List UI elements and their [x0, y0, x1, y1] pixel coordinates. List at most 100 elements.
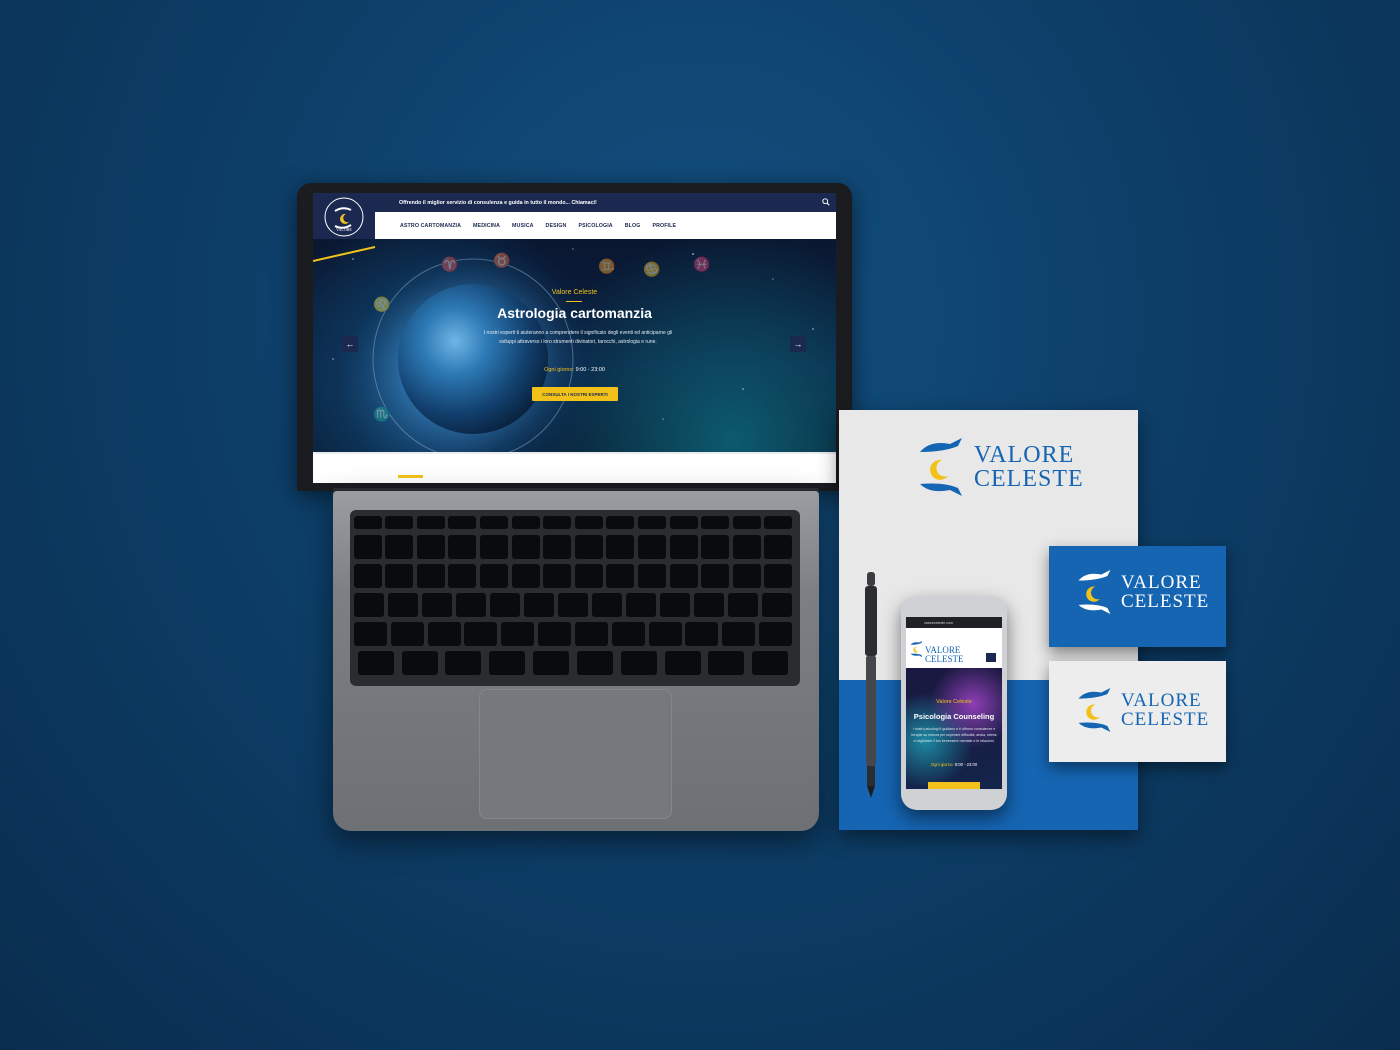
hands-moon-icon — [910, 640, 923, 658]
search-icon[interactable] — [822, 198, 830, 206]
card-white-line1: VALORE — [1121, 690, 1202, 711]
logo-valore-celeste-icon: VALORE — [324, 197, 364, 237]
folder-brand-line2: CELESTE — [974, 466, 1084, 492]
keyboard-key — [390, 622, 424, 646]
keyboard-key — [574, 622, 608, 646]
nav-item-astro-cartomanzia[interactable]: ASTRO CARTOMANZIA — [400, 223, 461, 229]
folder-logo: VALORE CELESTE — [918, 436, 1084, 498]
trackpad[interactable] — [479, 689, 672, 819]
hero-slider: ♈ ♉ ♊ ♋ ♓ ♌ ♏ Valore Celeste Astrologia … — [313, 239, 836, 452]
business-card-white: VALORE CELESTE — [1049, 661, 1226, 762]
nav-item-psicologia[interactable]: PSICOLOGIA — [578, 223, 612, 229]
keyboard-key — [533, 651, 570, 675]
keyboard-key — [574, 535, 603, 559]
card-blue-wordmark: VALORE CELESTE — [1121, 573, 1209, 611]
folder-brand-wordmark: VALORE CELESTE — [974, 443, 1084, 491]
site-topbar: Offrendo il miglior servizio di consulen… — [375, 193, 836, 212]
keyboard-key — [353, 516, 382, 529]
keyboard-key — [490, 593, 520, 617]
keyboard-key — [664, 651, 701, 675]
phone-screen: valoreceleste.com VALORE CELESTE Valore … — [906, 617, 1002, 789]
hero-hours: Ogni giorno: 9:00 - 23:00 — [313, 367, 836, 373]
phone-hero: Valore Celeste Psicologia Counseling I n… — [906, 668, 1002, 789]
keyboard-key — [543, 535, 572, 559]
laptop-screen: VALORE Offrendo il miglior servizio di c… — [313, 193, 836, 483]
hands-moon-icon — [1078, 687, 1111, 733]
keyboard-key — [574, 516, 603, 529]
keyboard-key — [685, 622, 719, 646]
pen — [865, 572, 877, 798]
keyboard-key — [701, 564, 730, 588]
phone-cta-button[interactable] — [928, 782, 980, 789]
keyboard-key — [764, 535, 793, 559]
keyboard-key — [422, 593, 452, 617]
phone-address-bar[interactable]: valoreceleste.com — [906, 617, 1002, 628]
card-blue-logo: VALORE CELESTE — [1077, 568, 1209, 616]
next-section-preview — [313, 452, 836, 483]
keyboard-key — [448, 564, 477, 588]
keyboard-key — [669, 516, 698, 529]
phone-site-header: VALORE CELESTE — [906, 628, 1002, 668]
keyboard-key — [638, 564, 666, 588]
phone-hero-text: I nostri psicologi ti guidano e ti offro… — [911, 727, 997, 743]
keyboard-key — [722, 622, 756, 646]
keyboard-key — [732, 516, 761, 529]
nav-item-design[interactable]: DESIGN — [546, 223, 567, 229]
nav-item-musica[interactable]: MUSICA — [512, 223, 534, 229]
keyboard-key — [759, 622, 793, 646]
keyboard-key — [353, 535, 382, 559]
keyboard-key — [388, 593, 418, 617]
phone-hours-value: 9:00 - 23:00 — [954, 762, 978, 767]
hands-moon-icon — [920, 438, 962, 496]
keyboard-key — [480, 564, 508, 588]
keyboard-key — [701, 535, 730, 559]
keyboard-key — [669, 535, 698, 559]
topbar-text: Offrendo il miglior servizio di consulen… — [399, 199, 597, 206]
slider-prev-button[interactable]: ← — [342, 336, 358, 352]
card-white-line2: CELESTE — [1121, 709, 1210, 730]
card-white-logo: VALORE CELESTE — [1077, 686, 1209, 734]
keyboard-key — [543, 564, 572, 588]
hero-hours-value: 9:00 - 23:00 — [575, 367, 605, 373]
nav-item-profile[interactable]: PROFILE — [652, 223, 676, 229]
keyboard-key — [464, 622, 498, 646]
keyboard-key — [701, 516, 730, 529]
keyboard-key — [357, 651, 394, 675]
hero-title: Astrologia cartomanzia — [497, 305, 652, 321]
section-divider — [313, 452, 836, 454]
keyboard-key — [489, 651, 526, 675]
nav-item-blog[interactable]: BLOG — [625, 223, 641, 229]
keyboard-key — [592, 593, 622, 617]
phone-hero-hours: Ogni giorno: 9:00 - 23:00 — [906, 762, 1002, 767]
site-navbar: ASTRO CARTOMANZIA MEDICINA MUSICA DESIGN… — [375, 212, 836, 239]
keyboard-key — [732, 535, 761, 559]
hero-cta-button[interactable]: CONSULTA I NOSTRI ESPERTI — [532, 387, 618, 401]
nav-item-medicina[interactable]: MEDICINA — [473, 223, 500, 229]
hero-hours-label: Ogni giorno: — [544, 367, 575, 373]
keyboard-key — [638, 516, 666, 529]
keyboard-key — [620, 651, 657, 675]
keyboard-key — [511, 564, 540, 588]
keyboard-key — [694, 593, 724, 617]
keyboard-key — [576, 651, 613, 675]
keyboard-key — [416, 564, 445, 588]
keyboard-key — [524, 593, 554, 617]
keyboard-key — [762, 593, 792, 617]
business-card-blue: VALORE CELESTE — [1049, 546, 1226, 647]
section-label-accent — [398, 475, 423, 478]
keyboard-key — [606, 516, 635, 529]
hands-moon-icon — [1078, 569, 1111, 615]
keyboard-key — [445, 651, 482, 675]
keyboard-key — [501, 622, 535, 646]
card-white-wordmark: VALORE CELESTE — [1121, 691, 1209, 729]
keyboard — [350, 510, 800, 686]
keyboard-key — [456, 593, 486, 617]
keyboard-key — [638, 535, 666, 559]
slider-next-button[interactable]: → — [790, 336, 806, 352]
keyboard-key — [764, 564, 793, 588]
hamburger-menu-icon[interactable] — [986, 653, 996, 662]
keyboard-key — [480, 516, 508, 529]
site-logo[interactable]: VALORE — [313, 193, 375, 241]
phone-hours-label: Ogni giorno: — [930, 762, 954, 767]
hero-divider — [566, 301, 582, 302]
